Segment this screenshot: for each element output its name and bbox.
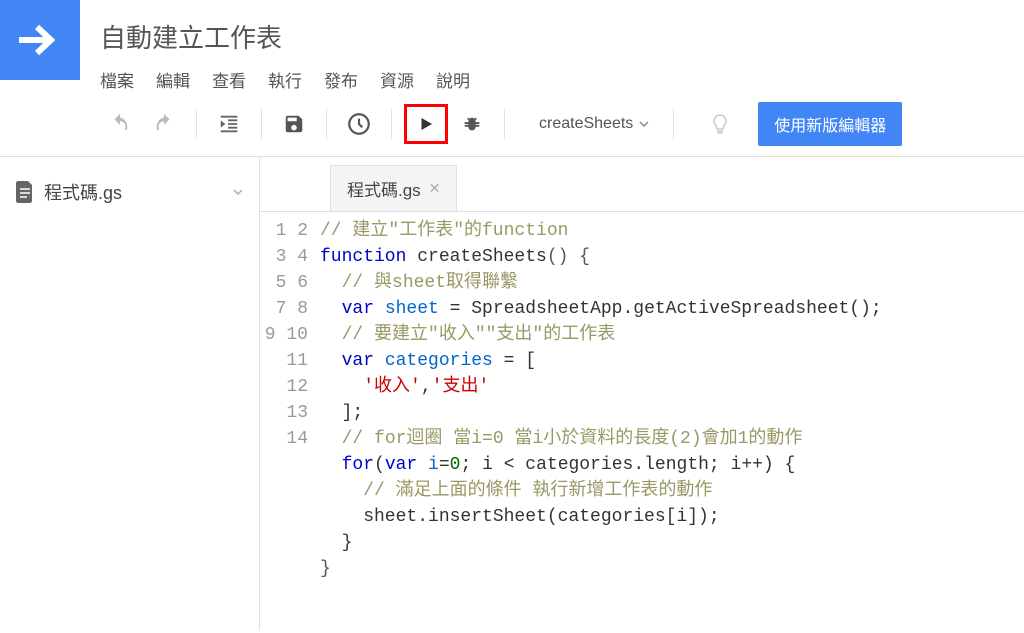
toolbar: createSheets 使用新版編輯器 — [0, 92, 1024, 157]
triggers-button[interactable] — [339, 104, 379, 144]
function-selector[interactable]: createSheets — [527, 107, 661, 141]
editor-tab[interactable]: 程式碼.gs ✕ — [330, 165, 457, 211]
redo-icon — [153, 113, 175, 135]
file-icon — [16, 181, 34, 203]
new-editor-button[interactable]: 使用新版編輯器 — [758, 102, 902, 146]
menu-resources[interactable]: 資源 — [380, 67, 414, 92]
project-title[interactable]: 自動建立工作表 — [100, 18, 1024, 55]
menu-file[interactable]: 檔案 — [100, 67, 134, 92]
toolbar-separator — [391, 109, 392, 139]
redo-button[interactable] — [144, 104, 184, 144]
run-button[interactable] — [404, 104, 448, 144]
toolbar-separator — [504, 109, 505, 139]
menu-edit[interactable]: 編輯 — [156, 67, 190, 92]
menu-bar: 檔案 編輯 查看 執行 發布 資源 說明 — [100, 67, 1024, 92]
close-icon[interactable]: ✕ — [429, 180, 441, 197]
save-button[interactable] — [274, 104, 314, 144]
indent-button[interactable] — [209, 104, 249, 144]
line-gutter: 1 2 3 4 5 6 7 8 9 10 11 12 13 14 — [260, 218, 320, 630]
play-icon — [417, 115, 435, 133]
chevron-down-icon — [639, 119, 649, 129]
undo-icon — [109, 113, 131, 135]
menu-run[interactable]: 執行 — [268, 67, 302, 92]
debug-button[interactable] — [452, 104, 492, 144]
function-selected-label: createSheets — [539, 115, 633, 133]
undo-button[interactable] — [100, 104, 140, 144]
editor-area: 程式碼.gs ✕ 1 2 3 4 5 6 7 8 9 10 11 12 13 1… — [260, 157, 1024, 630]
tab-bar: 程式碼.gs ✕ — [260, 157, 1024, 212]
code-content[interactable]: // 建立"工作表"的function function createSheet… — [320, 218, 1024, 630]
main-area: 程式碼.gs 程式碼.gs ✕ 1 2 3 4 5 6 7 8 9 10 11 … — [0, 157, 1024, 630]
app-logo — [0, 0, 80, 80]
toolbar-separator — [673, 109, 674, 139]
toolbar-separator — [261, 109, 262, 139]
tab-label: 程式碼.gs — [347, 176, 421, 201]
sidebar: 程式碼.gs — [0, 157, 260, 630]
toolbar-separator — [196, 109, 197, 139]
clock-icon — [346, 111, 372, 137]
header: 自動建立工作表 檔案 編輯 查看 執行 發布 資源 說明 — [0, 0, 1024, 92]
chevron-down-icon — [233, 187, 243, 197]
save-icon — [283, 113, 305, 135]
indent-icon — [218, 113, 240, 135]
file-name: 程式碼.gs — [44, 179, 122, 205]
file-item[interactable]: 程式碼.gs — [0, 169, 259, 215]
menu-publish[interactable]: 發布 — [324, 67, 358, 92]
code-editor[interactable]: 1 2 3 4 5 6 7 8 9 10 11 12 13 14 // 建立"工… — [260, 212, 1024, 630]
lightbulb-icon — [708, 112, 732, 136]
toolbar-separator — [326, 109, 327, 139]
menu-help[interactable]: 說明 — [436, 67, 470, 92]
hints-button[interactable] — [700, 104, 740, 144]
bug-icon — [461, 113, 483, 135]
menu-view[interactable]: 查看 — [212, 67, 246, 92]
arrow-right-icon — [17, 17, 63, 63]
